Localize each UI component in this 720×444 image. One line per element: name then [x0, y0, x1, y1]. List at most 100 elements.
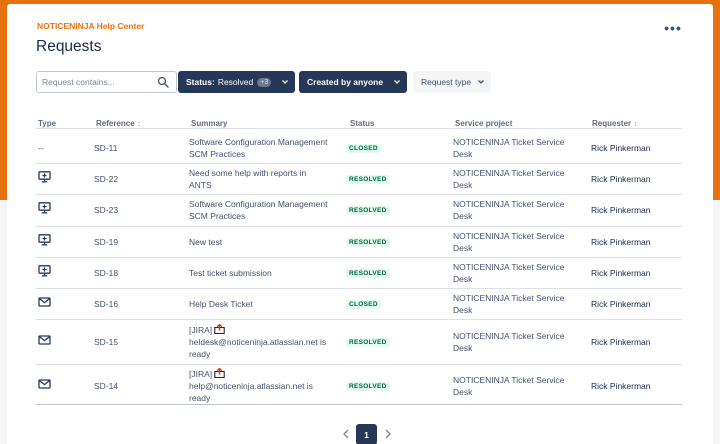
service-project: NOTICENINJA Ticket Service Desk [453, 199, 565, 221]
request-reference[interactable]: SD-11 [94, 143, 117, 153]
email-icon [38, 334, 51, 345]
request-summary[interactable]: [JIRA] heldesk@noticeninja.atlassian.net … [189, 323, 329, 360]
search-icon[interactable] [157, 76, 169, 88]
table-row[interactable]: SD-19 New test RESOLVED NOTICENINJA Ticket … [36, 226, 682, 257]
table-row[interactable]: -- SD-11 Software Configuration Management… [36, 132, 682, 163]
previous-page-button[interactable] [341, 428, 351, 440]
status-badge: RESOLVED [346, 337, 390, 347]
sort-icon: ↕ [136, 119, 141, 128]
page-number-button[interactable]: 1 [356, 424, 377, 444]
table-row[interactable]: SD-22 Need some help with reports in ANTS… [36, 163, 682, 194]
column-header-type: Type [38, 119, 57, 128]
request-summary[interactable]: [JIRA] help@noticeninja.atlassian.net is … [189, 368, 329, 404]
column-header-requester-label: Requester [592, 119, 632, 128]
type-cell [38, 170, 68, 183]
type-cell [38, 202, 68, 214]
pagination: 1 [337, 424, 397, 444]
chevron-down-icon [478, 80, 484, 84]
requester-name: Rick Pinkerman [591, 267, 651, 278]
service-project: NOTICENINJA Ticket Service Desk [453, 292, 565, 315]
status-filter-label: Status: [186, 77, 215, 87]
request-reference[interactable]: SD-22 [94, 174, 118, 184]
monitor-icon [38, 170, 51, 182]
request-reference[interactable]: SD-18 [94, 268, 118, 278]
more-actions-button[interactable]: ••• [661, 19, 685, 37]
requester-name: Rick Pinkerman [591, 381, 651, 391]
requests-card: NOTICENINJA Help Center ••• Requests Sta… [7, 4, 713, 444]
requester-name: Rick Pinkerman [591, 142, 651, 153]
request-summary[interactable]: Software Configuration Management SCM Pr… [189, 198, 329, 222]
status-badge: RESOLVED [346, 237, 390, 247]
summary-text: Software Configuration Management SCM Pr… [189, 136, 328, 159]
column-header-service-project: Service project [455, 119, 513, 128]
table-row[interactable]: SD-23 Software Configuration Management S… [36, 194, 682, 226]
requester-name: Rick Pinkerman [591, 298, 651, 309]
status-badge: RESOLVED [346, 268, 390, 278]
table-row[interactable]: SD-18 Test ticket submission RESOLVED NOTIC… [36, 257, 682, 288]
column-header-status: Status [350, 119, 375, 128]
request-summary[interactable]: Help Desk Ticket [189, 298, 329, 310]
type-cell [38, 296, 68, 308]
status-cell: RESOLVED [346, 173, 390, 184]
summary-text: [JIRA] [189, 369, 213, 379]
request-summary[interactable]: Need some help with reports in ANTS [189, 167, 329, 191]
status-cell: RESOLVED [346, 267, 390, 278]
page-title: Requests [36, 38, 102, 55]
created-by-filter-label: Created by anyone [307, 77, 384, 87]
status-badge: CLOSED [346, 299, 381, 309]
service-project: NOTICENINJA Ticket Service Desk [453, 136, 565, 159]
status-badge: RESOLVED [346, 174, 390, 184]
requester-name: Rick Pinkerman [591, 236, 651, 247]
search-box[interactable] [36, 71, 177, 93]
request-reference[interactable]: SD-16 [94, 299, 118, 309]
request-reference[interactable]: SD-14 [94, 381, 118, 391]
search-input[interactable] [42, 75, 152, 89]
request-type-filter-button[interactable]: Request type [413, 71, 491, 93]
status-cell: RESOLVED [346, 380, 390, 391]
request-summary[interactable]: Test ticket submission [189, 267, 329, 279]
status-filter-count-badge: +3 [257, 77, 272, 87]
created-by-filter-button[interactable]: Created by anyone [299, 71, 407, 93]
request-summary[interactable]: New test [189, 236, 329, 248]
column-header-reference[interactable]: Reference ↕ [96, 119, 141, 128]
summary-text: Test ticket submission [189, 267, 272, 278]
summary-text: Help Desk Ticket [189, 298, 253, 309]
chevron-right-icon [385, 429, 391, 439]
sort-icon: ↕ [633, 119, 638, 128]
table-row[interactable]: SD-15 [JIRA] heldesk@noticeninja.atlassian… [36, 319, 682, 364]
summary-email-text: help@noticeninja.atlassian.net is ready [189, 381, 313, 403]
summary-text: New test [189, 236, 223, 247]
next-page-button[interactable] [383, 428, 393, 440]
service-project: NOTICENINJA Ticket Service Desk [453, 167, 565, 190]
table-row[interactable]: SD-14 [JIRA] help@noticeninja.atlassian.ne… [36, 364, 682, 408]
status-badge: CLOSED [346, 143, 381, 153]
column-header-requester[interactable]: Requester ↕ [592, 119, 637, 128]
type-cell [38, 233, 68, 246]
requester-name: Rick Pinkerman [591, 205, 651, 215]
service-project: NOTICENINJA Ticket Service Desk [453, 230, 565, 253]
monitor-icon [38, 264, 51, 276]
table-bottom-divider [36, 404, 682, 405]
column-header-reference-label: Reference [96, 119, 135, 128]
table-row[interactable]: SD-16 Help Desk Ticket CLOSED NOTICENINJA T… [36, 288, 682, 319]
type-cell [38, 378, 68, 390]
service-project: NOTICENINJA Ticket Service Desk [453, 375, 565, 397]
status-cell: RESOLVED [346, 236, 390, 247]
help-center-link[interactable]: NOTICENINJA Help Center [37, 21, 144, 31]
chevron-down-icon [282, 80, 288, 84]
status-filter-button[interactable]: Status: Resolved +3 [178, 71, 295, 93]
request-reference[interactable]: SD-19 [94, 237, 118, 247]
request-summary[interactable]: Software Configuration Management SCM Pr… [189, 136, 329, 160]
request-reference[interactable]: SD-15 [94, 337, 118, 347]
status-filter-value: Resolved [217, 77, 254, 87]
email-icon [38, 379, 51, 389]
external-upload-icon [212, 323, 225, 335]
request-reference[interactable]: SD-23 [94, 205, 118, 215]
service-project: NOTICENINJA Ticket Service Desk [453, 330, 565, 353]
chevron-down-icon [394, 80, 400, 84]
summary-text: [JIRA] [189, 324, 213, 335]
request-type-filter-label: Request type [421, 77, 472, 87]
header-divider [36, 128, 682, 129]
column-header-summary: Summary [191, 119, 228, 128]
summary-text: Software Configuration Management SCM Pr… [189, 199, 328, 221]
